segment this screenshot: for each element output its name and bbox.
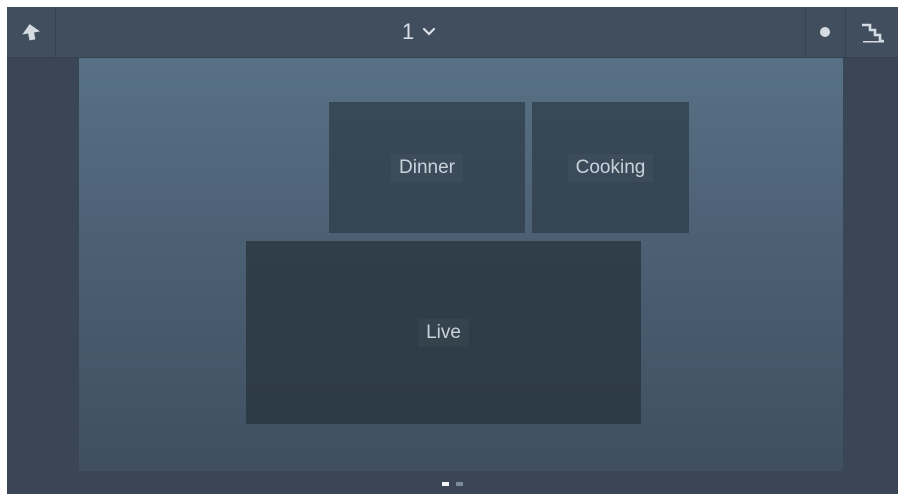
page-selector[interactable]: 1 <box>402 15 436 49</box>
tile-dinner[interactable]: Dinner <box>329 102 525 233</box>
dot-icon <box>820 27 830 37</box>
tile-live[interactable]: Live <box>246 241 641 424</box>
scene-canvas: Dinner Cooking Live <box>79 58 843 471</box>
stairs-icon <box>861 23 884 43</box>
left-panel <box>7 58 79 494</box>
right-panel <box>843 58 898 494</box>
status-button[interactable] <box>805 7 844 57</box>
screen: 1 Dinner Cooking Live <box>7 7 898 494</box>
back-button[interactable] <box>7 7 56 57</box>
page-dot[interactable] <box>456 482 463 486</box>
chevron-down-icon <box>423 27 436 36</box>
tile-cooking[interactable]: Cooking <box>532 102 689 233</box>
stairs-button[interactable] <box>845 7 898 57</box>
tile-label: Dinner <box>391 154 463 182</box>
tile-label: Cooking <box>568 154 654 182</box>
back-arrow-icon <box>22 24 41 41</box>
page-dot-active[interactable] <box>442 482 449 486</box>
top-bar: 1 <box>7 7 898 58</box>
tile-label: Live <box>418 319 469 347</box>
page-indicator <box>7 477 898 491</box>
page-number: 1 <box>402 19 415 44</box>
